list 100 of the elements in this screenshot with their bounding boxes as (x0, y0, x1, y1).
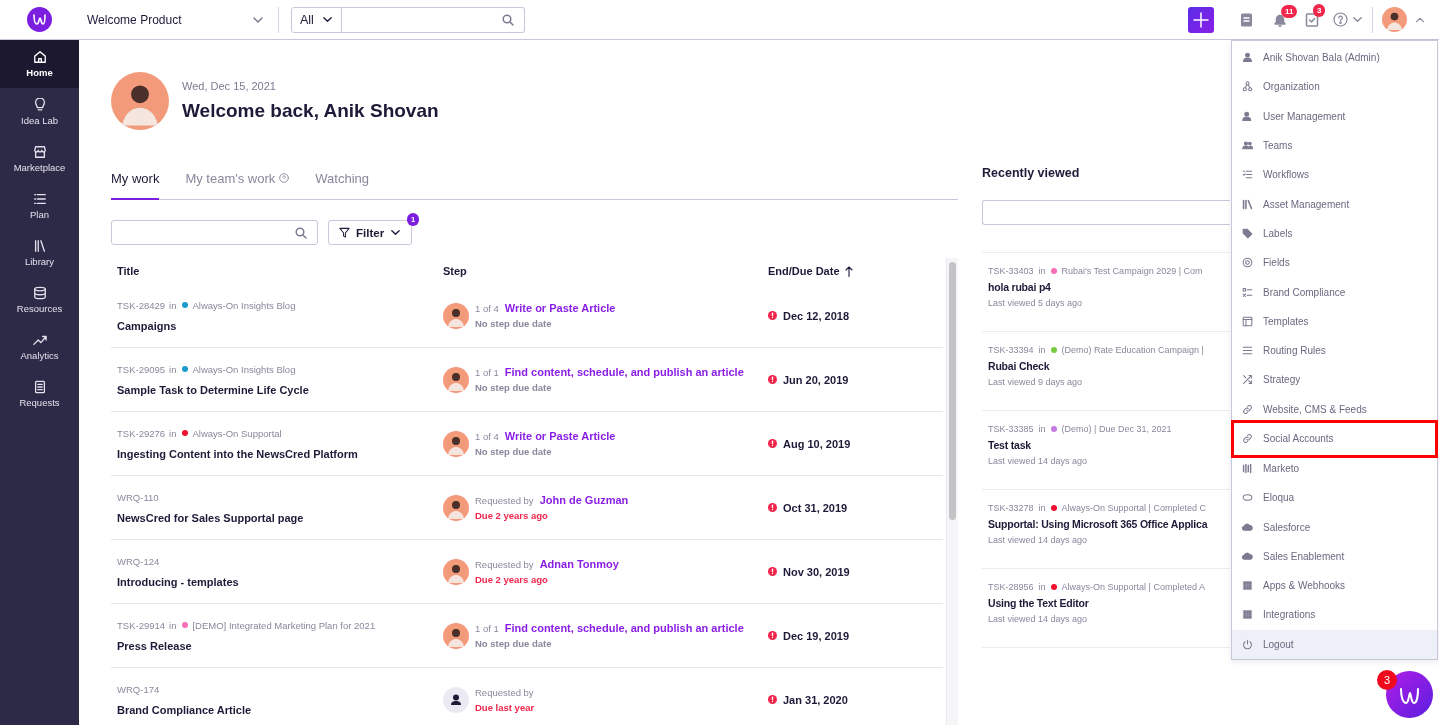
project-name: Always-On Supportal (192, 427, 282, 439)
notes-icon[interactable] (1240, 12, 1253, 27)
alert-icon (768, 311, 777, 320)
step-link[interactable]: Write or Paste Article (504, 302, 616, 314)
nav-item[interactable]: Idea Lab (0, 88, 79, 135)
task-title[interactable]: Press Release (117, 639, 443, 652)
ellipse-icon (1242, 492, 1253, 504)
menu-item[interactable]: Templates (1232, 306, 1437, 336)
sort-arrow-icon[interactable] (844, 265, 853, 277)
product-dropdown[interactable]: Welcome Product (87, 12, 268, 27)
alert-icon (768, 375, 777, 384)
last-viewed-text: Last viewed 5 days ago (988, 298, 1084, 308)
due-note: No step due date (475, 318, 553, 329)
menu-item[interactable]: Fields (1232, 248, 1437, 278)
menu-item[interactable]: Anik Shovan Bala (Admin) (1232, 43, 1437, 73)
search-field[interactable] (982, 200, 1230, 225)
list-icon (32, 191, 47, 206)
nav-item[interactable]: Marketplace (0, 135, 79, 182)
store-icon (32, 144, 47, 159)
create-button[interactable] (1188, 6, 1214, 33)
search-field[interactable] (341, 6, 525, 33)
column-header[interactable]: Title (117, 265, 140, 277)
menu-item[interactable]: Eloqua (1232, 483, 1437, 513)
task-title[interactable]: hola rubai p4 (988, 281, 1230, 293)
checklist-icon (1242, 286, 1253, 298)
menu-item[interactable]: Integrations (1232, 600, 1437, 630)
user-menu-button[interactable] (1382, 7, 1425, 32)
bars-icon (1242, 463, 1253, 474)
profile-photo (111, 72, 169, 130)
step-link[interactable]: Write or Paste Article (504, 430, 616, 442)
bell-icon[interactable] (1273, 12, 1287, 27)
clipboard-check-icon[interactable] (1305, 12, 1319, 27)
menu-item[interactable]: Teams (1232, 130, 1437, 161)
task-id: WRQ-110 (117, 491, 159, 503)
help-menu[interactable] (1333, 12, 1363, 27)
step-label: Requested by (475, 559, 534, 570)
nav-item[interactable]: Plan (0, 182, 79, 229)
last-viewed-text: Last viewed 9 days ago (988, 377, 1084, 387)
due-date: Jun 20, 2019 (783, 373, 849, 386)
menu-item[interactable]: Brand Compliance (1232, 277, 1437, 307)
search-icon (501, 13, 514, 26)
logo[interactable] (27, 7, 52, 32)
database-icon (32, 285, 47, 300)
task-title[interactable]: Sample Task to Determine Life Cycle (117, 383, 443, 396)
step-link[interactable]: Adnan Tonmoy (539, 558, 619, 570)
nav-item[interactable]: Requests (0, 370, 79, 417)
menu-item[interactable]: Logout (1232, 629, 1437, 659)
menu-item[interactable]: Workflows (1232, 160, 1437, 190)
meta-text: in (169, 299, 177, 311)
task-title[interactable]: Brand Compliance Article (117, 703, 443, 716)
menu-item[interactable]: Salesforce (1232, 512, 1437, 542)
task-id: WRQ-174 (117, 683, 160, 695)
date-label: Wed, Dec 15, 2021 (182, 80, 277, 92)
meta-text: Always-On Supportal | Completed C (1061, 503, 1206, 513)
meta-text: in (169, 427, 177, 439)
task-title[interactable]: Campaigns (117, 319, 443, 332)
chat-button[interactable] (1386, 671, 1433, 718)
menu-item[interactable]: Routing Rules (1232, 335, 1437, 366)
welcome-heading: Welcome back, Anik Shovan (182, 100, 439, 122)
menu-item[interactable]: Labels (1232, 218, 1437, 249)
task-title[interactable]: Rubai Check (988, 360, 1230, 372)
home-icon (32, 50, 47, 64)
step-label: 1 of 4 (475, 431, 499, 442)
column-header[interactable]: Step (443, 265, 467, 277)
due-date: Dec 19, 2019 (783, 629, 850, 642)
search-scope-dropdown[interactable]: All (291, 6, 342, 33)
menu-item[interactable]: Strategy (1232, 365, 1437, 395)
search-field[interactable] (111, 220, 318, 245)
nav-item[interactable]: Library (0, 229, 79, 276)
last-viewed-text: Last viewed 14 days ago (988, 535, 1089, 545)
meta-text: Always-On Supportal | Completed A (1061, 582, 1205, 592)
task-title[interactable]: Introducing - templates (117, 575, 443, 588)
person-icon (1242, 110, 1253, 122)
step-link[interactable]: Find content, schedule, and publish an article (504, 622, 744, 634)
nav-item[interactable]: Resources (0, 276, 79, 323)
tab[interactable]: My team's work (185, 165, 290, 200)
column-header[interactable]: End/Due Date (768, 265, 840, 277)
menu-item[interactable]: Apps & Webhooks (1232, 571, 1437, 601)
scrollbar[interactable] (946, 258, 958, 725)
step-link[interactable]: Find content, schedule, and publish an article (504, 366, 744, 378)
task-title[interactable]: NewsCred for Sales Supportal page (117, 511, 443, 524)
nav-item[interactable]: Home (0, 40, 79, 88)
grid-icon (1242, 609, 1253, 621)
menu-item[interactable]: Organization (1232, 72, 1437, 102)
task-id: TSK-29095 (117, 363, 166, 375)
tab[interactable]: Watching (315, 165, 369, 200)
step-link[interactable]: John de Guzman (539, 494, 629, 506)
due-date: Oct 31, 2019 (783, 501, 848, 514)
tab[interactable]: My work (111, 165, 160, 200)
task-title[interactable]: Supportal: Using Microsoft 365 Office Applica (988, 518, 1230, 530)
menu-item[interactable]: Sales Enablement (1232, 541, 1437, 572)
nav-item[interactable]: Analytics (0, 323, 79, 370)
project-name: Always-On Insights Blog (192, 363, 296, 375)
task-title[interactable]: Test task (988, 439, 1230, 451)
menu-item[interactable]: Social Accounts (1232, 420, 1437, 457)
menu-item[interactable]: Asset Management (1232, 189, 1437, 219)
task-title[interactable]: Ingesting Content into the NewsCred Platform (117, 447, 443, 460)
alert-icon (768, 439, 777, 448)
task-title[interactable]: Using the Text Editor (988, 597, 1230, 609)
menu-item[interactable]: User Management (1232, 101, 1437, 131)
